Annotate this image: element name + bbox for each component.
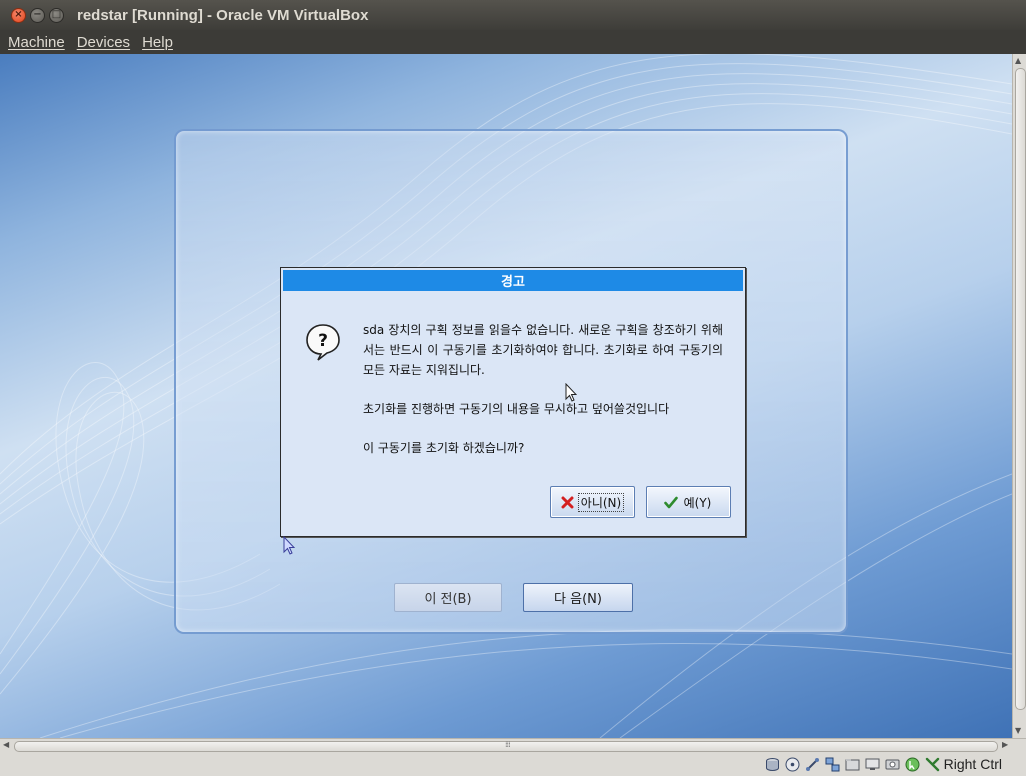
keyboard-icon[interactable] [925,757,940,772]
question-icon: ? [306,324,340,361]
yes-button-label: 예(Y) [683,495,712,510]
previous-button[interactable]: 이 전(B) [394,583,502,612]
scroll-right-icon[interactable]: ▶ [1002,740,1008,749]
guest-pointer-icon [283,536,296,555]
window-titlebar: × − □ redstar [Running] - Oracle VM Virt… [0,0,1026,30]
mouse-pointer-icon [565,383,577,402]
grip-icon: ⁞⁞⁞ [505,740,511,749]
no-button[interactable]: 아니(N) [550,486,635,518]
dialog-paragraph-3: 이 구동기를 초기화 하겠습니까? [363,441,525,455]
display-icon[interactable] [865,757,880,772]
dialog-paragraph-1: sda 장치의 구획 정보를 읽을수 없습니다. 새로운 구획을 창조하기 위해… [363,323,723,377]
vertical-scroll-thumb[interactable] [1015,68,1026,710]
minimize-window-button[interactable]: − [30,7,45,23]
optical-drive-icon[interactable] [785,757,800,772]
no-button-label: 아니(N) [577,492,625,512]
menu-help[interactable]: Help [142,34,173,51]
hard-disk-icon[interactable] [765,757,780,772]
dialog-title: 경고 [283,270,743,291]
maximize-window-button[interactable]: □ [49,7,64,23]
checkmark-icon [663,496,678,509]
dialog-message: sda 장치의 구획 정보를 읽을수 없습니다. 새로운 구획을 창조하기 위해… [363,320,723,458]
svg-text:?: ? [318,331,328,351]
menu-machine[interactable]: Machine [8,34,65,51]
window-controls: × − □ [11,7,64,23]
window-title: redstar [Running] - Oracle VM VirtualBox [77,6,369,24]
menubar: Machine Devices Help [0,30,1026,54]
next-button[interactable]: 다 음(N) [523,583,633,612]
scroll-down-icon[interactable]: ▼ [1015,726,1021,735]
usb-icon[interactable] [805,757,820,772]
horizontal-scrollbar[interactable]: ◀ ⁞⁞⁞ ▶ [0,738,1026,752]
vertical-scrollbar[interactable]: ▲ ▼ [1012,54,1026,738]
menu-devices[interactable]: Devices [77,34,130,51]
capture-icon[interactable] [885,757,900,772]
network-icon[interactable] [825,757,840,772]
close-window-button[interactable]: × [11,7,26,23]
statusbar: Right Ctrl [0,752,1026,776]
yes-button[interactable]: 예(Y) [646,486,731,518]
shared-folder-icon[interactable] [845,757,860,772]
host-key-label: Right Ctrl [943,756,1002,772]
scroll-left-icon[interactable]: ◀ [3,740,9,749]
guest-screen[interactable]: 이 전(B) 다 음(N) 경고 ? sda 장치의 구획 정보를 읽을수 없습… [0,54,1012,738]
scroll-up-icon[interactable]: ▲ [1015,56,1021,65]
horizontal-scroll-thumb[interactable]: ⁞⁞⁞ [14,740,998,752]
mouse-integration-icon[interactable] [905,757,920,772]
warning-dialog: 경고 ? sda 장치의 구획 정보를 읽을수 없습니다. 새로운 구획을 창조… [280,267,746,537]
dialog-paragraph-2: 초기화를 진행하면 구동기의 내용을 무시하고 덮어쓸것입니다 [363,402,670,416]
cross-icon [561,496,574,509]
